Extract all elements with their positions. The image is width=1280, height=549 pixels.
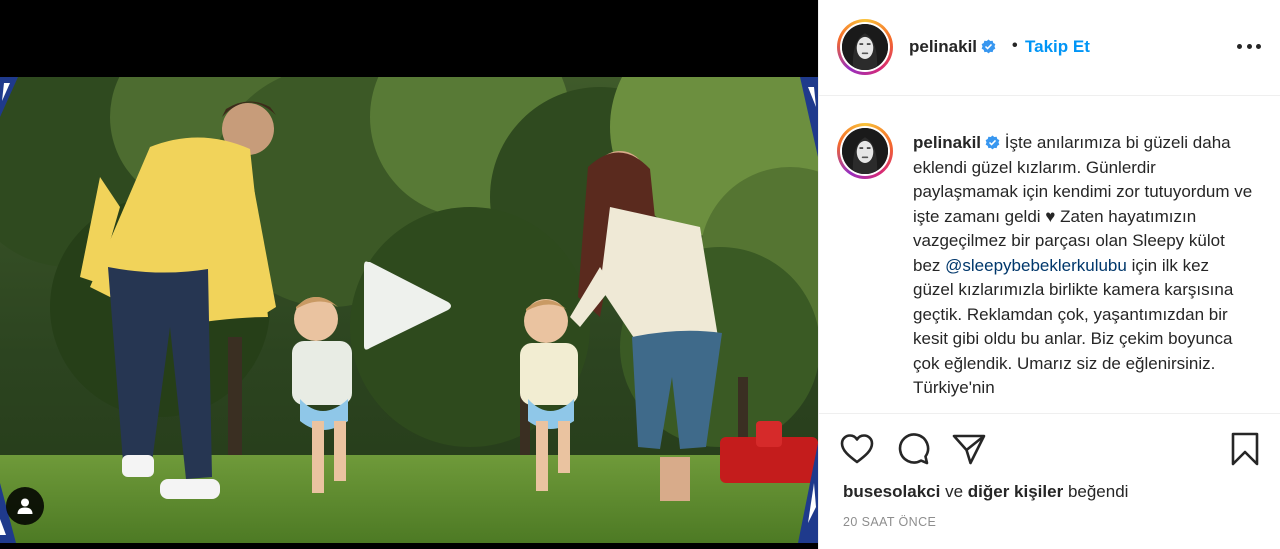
heart-icon[interactable] xyxy=(839,431,875,467)
caption-scroll-area[interactable]: pelinakil İşte anılarımıza bi güzeli dah… xyxy=(819,97,1280,413)
frame-corner-decoration xyxy=(0,483,16,543)
follow-button[interactable]: Takip Et xyxy=(1025,37,1090,57)
separator-dot: • xyxy=(1012,37,1018,54)
post-caption: pelinakil İşte anılarımıza bi güzeli dah… xyxy=(913,131,1253,401)
caption-username[interactable]: pelinakil xyxy=(913,133,981,152)
post-side-panel: pelinakil • Takip Et pelinakil İşte anıl… xyxy=(818,0,1280,549)
caption-body: İşte anılarımıza bi güzeli daha eklendi … xyxy=(913,133,1253,275)
verified-badge-icon xyxy=(985,135,1000,150)
comment-icon[interactable] xyxy=(895,431,931,467)
paper-plane-icon[interactable] xyxy=(951,431,987,467)
username-text[interactable]: pelinakil xyxy=(909,37,977,56)
caption-mention-link[interactable]: @sleepybebeklerkulubu xyxy=(945,256,1127,275)
liked-by-user-link[interactable]: busesolakci xyxy=(843,482,940,501)
post-timestamp[interactable]: 20 SAAT ÖNCE xyxy=(843,515,936,529)
avatar[interactable] xyxy=(837,123,893,179)
frame-corner-decoration xyxy=(798,443,818,543)
liked-by-others-link[interactable]: diğer kişiler xyxy=(968,482,1063,501)
play-icon[interactable] xyxy=(362,258,454,354)
person-icon xyxy=(17,498,33,514)
post-header: pelinakil • Takip Et xyxy=(819,0,1280,96)
profile-photo-icon xyxy=(842,128,888,174)
username-link[interactable]: pelinakil xyxy=(909,37,996,57)
liked-by-summary: busesolakci ve diğer kişiler beğendi xyxy=(843,482,1128,502)
verified-badge-icon xyxy=(981,39,996,54)
post-actions: busesolakci ve diğer kişiler beğendi 20 … xyxy=(819,413,1280,549)
more-options-icon[interactable] xyxy=(1237,36,1261,56)
caption-body-continued: için ilk kez güzel kızlarımızla birlikte… xyxy=(913,255,1234,398)
liked-by-connector: ve xyxy=(945,482,964,501)
post-media[interactable] xyxy=(0,0,818,549)
frame-corner-decoration xyxy=(0,77,18,117)
profile-photo-icon xyxy=(842,24,888,70)
bookmark-icon[interactable] xyxy=(1227,431,1263,467)
liked-by-suffix: beğendi xyxy=(1067,482,1129,501)
frame-corner-decoration xyxy=(800,77,818,157)
avatar[interactable] xyxy=(837,19,893,75)
user-tag-icon[interactable] xyxy=(6,487,44,525)
